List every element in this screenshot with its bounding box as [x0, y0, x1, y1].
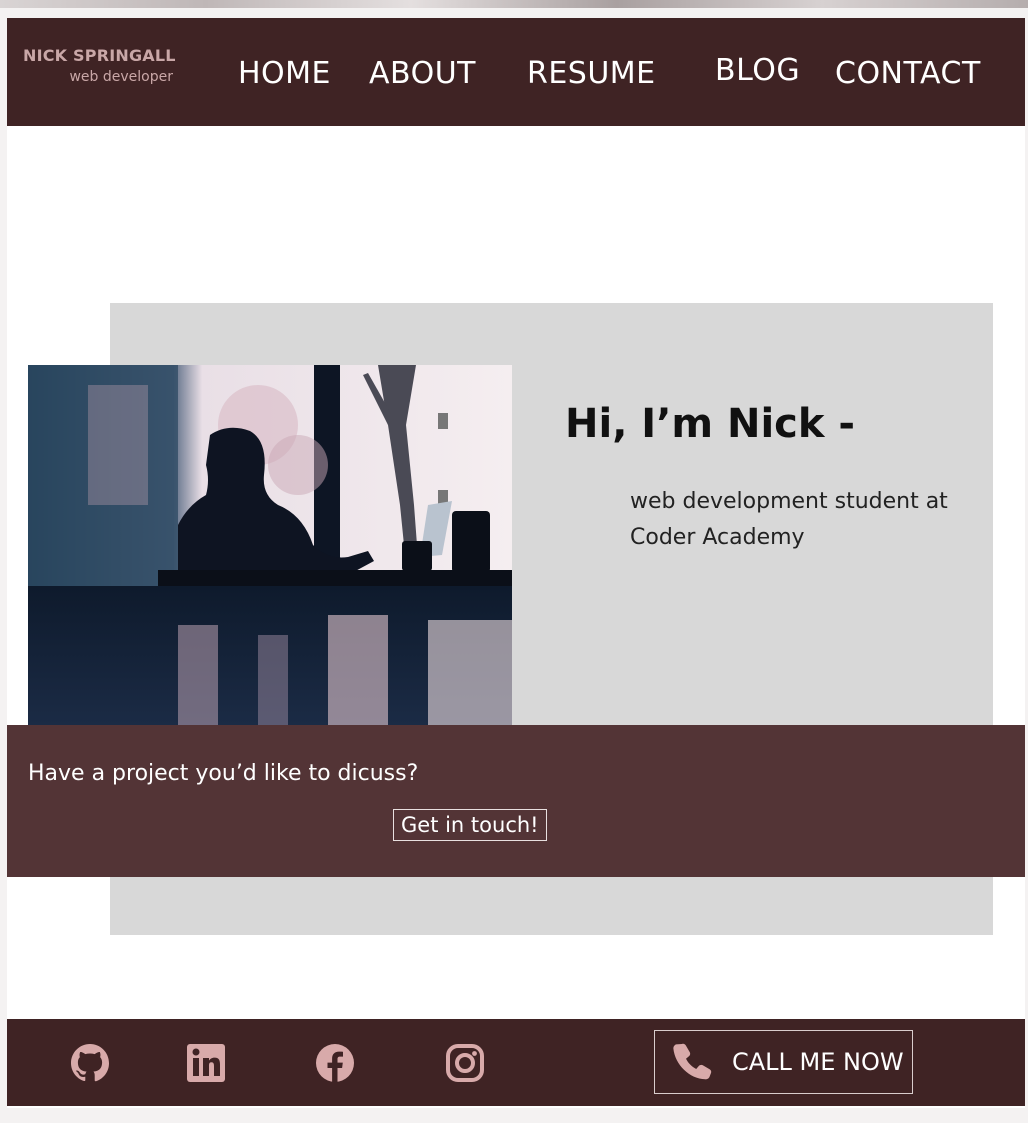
facebook-link[interactable]: [313, 1041, 357, 1085]
site-footer: CALL ME NOW: [7, 1019, 1025, 1106]
nav-about[interactable]: ABOUT: [369, 56, 476, 91]
brand-subtitle: web developer: [69, 69, 173, 85]
call-me-now-label: CALL ME NOW: [732, 1048, 904, 1076]
nav-contact[interactable]: CONTACT: [835, 56, 981, 91]
github-icon: [71, 1044, 109, 1082]
brand-name: NICK SPRINGALL: [23, 46, 176, 65]
nav-home[interactable]: HOME: [238, 56, 331, 91]
instagram-icon: [446, 1044, 484, 1082]
hero-tagline: web development student at Coder Academy: [630, 489, 948, 550]
instagram-link[interactable]: [443, 1041, 487, 1085]
hero-photo: [28, 365, 512, 725]
top-background-strip: [0, 0, 1028, 8]
site-header: NICK SPRINGALL web developer HOME ABOUT …: [7, 18, 1025, 126]
linkedin-icon: [187, 1044, 225, 1082]
nav-blog[interactable]: BLOG: [715, 53, 800, 88]
call-me-now-button[interactable]: CALL ME NOW: [654, 1030, 913, 1094]
github-link[interactable]: [68, 1041, 112, 1085]
cta-text: Have a project you’d like to dicuss?: [28, 761, 419, 786]
contact-cta-band: Have a project you’d like to dicuss? Get…: [7, 725, 1025, 877]
linkedin-link[interactable]: [184, 1041, 228, 1085]
page: NICK SPRINGALL web developer HOME ABOUT …: [7, 18, 1025, 1108]
person-at-laptop-photo-icon: [28, 365, 512, 725]
facebook-icon: [316, 1044, 354, 1082]
get-in-touch-button[interactable]: Get in touch!: [393, 809, 547, 841]
hero-greeting: Hi, I’m Nick -: [565, 401, 856, 447]
brand-logo[interactable]: NICK SPRINGALL web developer: [23, 46, 176, 85]
nav-resume[interactable]: RESUME: [527, 56, 656, 91]
phone-icon: [673, 1043, 712, 1080]
